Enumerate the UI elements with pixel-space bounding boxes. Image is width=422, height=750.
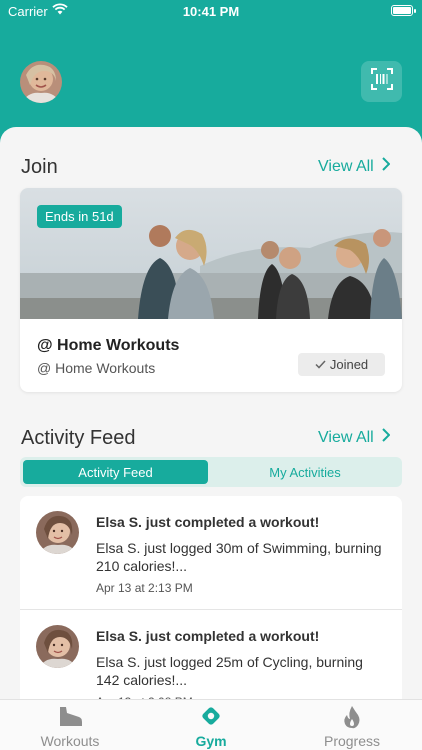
feed-item-body: Elsa S. just logged 30m of Swimming, bur… (96, 540, 382, 574)
checkmark-icon (315, 357, 326, 372)
activity-section-title: Activity Feed (21, 427, 136, 449)
feed-item-body: Elsa S. just logged 25m of Cycling, burn… (96, 654, 363, 688)
join-view-all-link[interactable]: View All (318, 157, 391, 176)
activity-feed-list: Elsa S. just completed a workout! Elsa S… (20, 496, 402, 706)
challenge-subtitle: @ Home Workouts (37, 360, 156, 376)
join-section-title: Join (21, 156, 58, 178)
scan-button[interactable] (361, 61, 402, 102)
chevron-right-icon (382, 428, 391, 447)
joined-label: Joined (329, 357, 369, 372)
user-avatar (36, 625, 79, 668)
feed-item-timestamp: Apr 13 at 2:13 PM (96, 581, 193, 595)
challenge-title: @ Home Workouts (37, 337, 180, 354)
shoe-icon (0, 705, 140, 727)
view-all-label: View All (318, 157, 374, 175)
status-bar: Carrier 10:41 PM (0, 0, 422, 24)
list-item[interactable]: Elsa S. just completed a workout! Elsa S… (20, 610, 402, 706)
battery-icon (391, 5, 416, 16)
challenge-card[interactable]: Ends in 51d @ Home Workouts @ Home Worko… (20, 188, 402, 392)
ends-in-badge: Ends in 51d (37, 205, 122, 228)
tab-my-activities[interactable]: My Activities (211, 460, 399, 484)
tab-label: Gym (195, 733, 227, 749)
tab-bar: Workouts Gym Progress (0, 699, 422, 750)
tab-activity-feed[interactable]: Activity Feed (23, 460, 208, 484)
joined-button[interactable]: Joined (298, 353, 385, 376)
user-avatar (36, 511, 79, 554)
tab-progress[interactable]: Progress (282, 700, 422, 750)
activity-view-all-link[interactable]: View All (318, 428, 391, 447)
tab-label: Progress (323, 733, 381, 749)
activity-segmented-control: Activity Feed My Activities (20, 457, 402, 487)
chevron-right-icon (382, 157, 391, 176)
feed-item-title: Elsa S. just completed a workout! (96, 628, 320, 644)
profile-avatar[interactable] (20, 61, 62, 103)
tab-gym[interactable]: Gym (141, 700, 281, 750)
barcode-scan-icon (370, 68, 393, 95)
status-time: 10:41 PM (182, 4, 240, 19)
tab-label: Workouts (40, 733, 100, 749)
location-pin-icon (141, 705, 281, 727)
list-item[interactable]: Elsa S. just completed a workout! Elsa S… (20, 496, 402, 610)
view-all-label: View All (318, 428, 374, 446)
flame-icon (282, 705, 422, 729)
tab-workouts[interactable]: Workouts (0, 700, 140, 750)
feed-item-title: Elsa S. just completed a workout! (96, 514, 320, 530)
challenge-photo: Ends in 51d (20, 188, 402, 319)
